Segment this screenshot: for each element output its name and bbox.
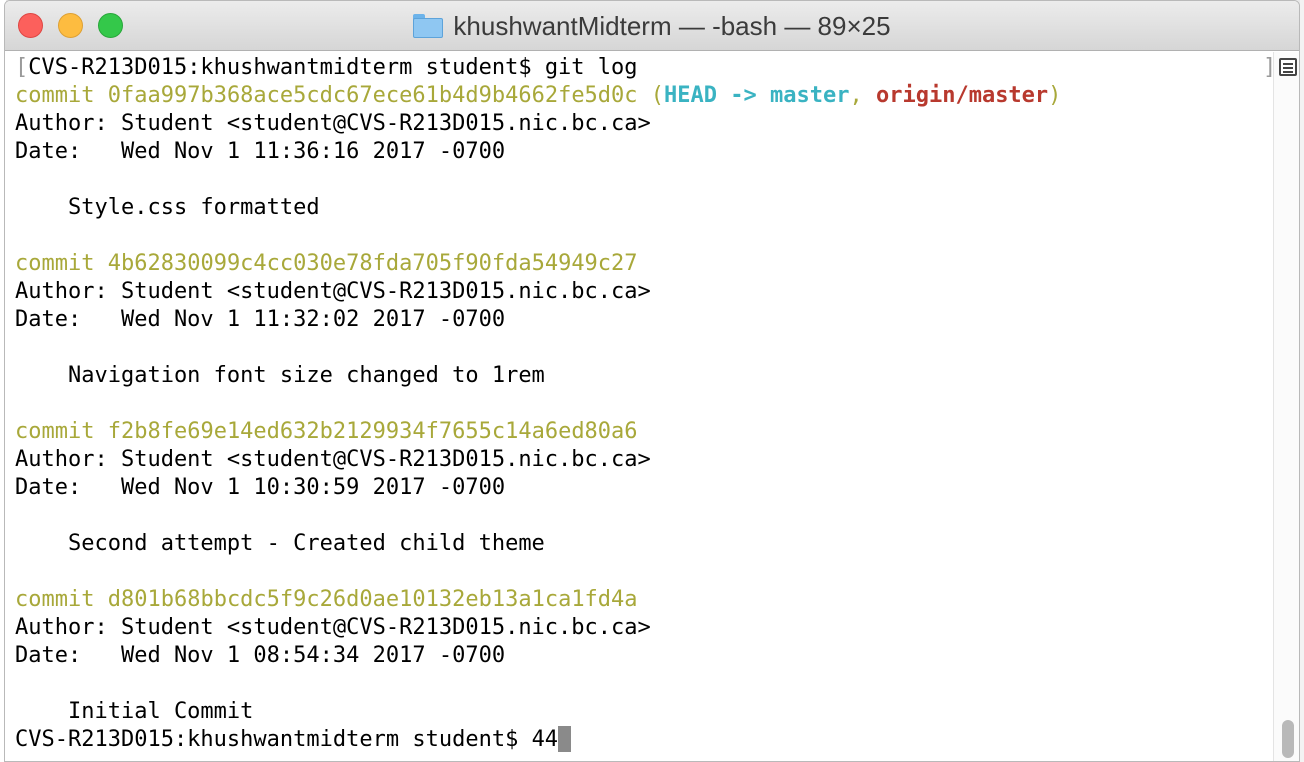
commit-hash: 4b62830099c4cc030e78fda705f90fda54949c27 xyxy=(107,251,638,276)
title-bar[interactable]: khushwantMidterm — -bash — 89×25 xyxy=(5,1,1299,51)
date-line: Date: Wed Nov 1 11:36:16 2017 -0700 xyxy=(15,139,506,164)
prompt-text: CVS-R213D015:khushwantmidterm student$ xyxy=(15,727,532,752)
head-ref: HEAD -> master xyxy=(664,83,850,108)
commit-message: Navigation font size changed to 1rem xyxy=(15,363,545,388)
commit-label: commit xyxy=(15,83,95,108)
refs-separator: , xyxy=(849,83,876,108)
terminal-window: khushwantMidterm — -bash — 89×25 [CVS-R2… xyxy=(4,0,1300,762)
commit-label: commit xyxy=(15,251,95,276)
commit-label: commit xyxy=(15,587,95,612)
folder-icon xyxy=(413,14,444,38)
origin-ref: origin/master xyxy=(875,83,1049,108)
date-line: Date: Wed Nov 1 08:54:34 2017 -0700 xyxy=(15,643,506,668)
line-marker-bracket: [ xyxy=(15,55,29,80)
command-text: git log xyxy=(544,55,638,80)
vertical-scrollbar[interactable] xyxy=(1273,52,1299,761)
date-line: Date: Wed Nov 1 11:32:02 2017 -0700 xyxy=(15,307,506,332)
terminal-output[interactable]: [ CVS-R213D015:khushwantmidterm student$ … xyxy=(5,52,1273,761)
prompt-text: CVS-R213D015:khushwantmidterm student$ xyxy=(28,55,545,80)
author-line: Author: Student <student@CVS-R213D015.ni… xyxy=(15,111,651,136)
author-line: Author: Student <student@CVS-R213D015.ni… xyxy=(15,615,651,640)
commit-hash: d801b68bbcdc5f9c26d0ae10132eb13a1ca1fd4a xyxy=(107,587,638,612)
scrollbar-thumb[interactable] xyxy=(1282,720,1294,758)
current-prompt-line[interactable]: CVS-R213D015:khushwantmidterm student$ 4… xyxy=(15,726,572,754)
commit-message: Second attempt - Created child theme xyxy=(15,531,545,556)
commit-hash: 0faa997b368ace5cdc67ece61b4d9b4662fe5d0c xyxy=(107,83,638,108)
author-line: Author: Student <student@CVS-R213D015.ni… xyxy=(15,447,651,472)
window-title: khushwantMidterm — -bash — 89×25 xyxy=(453,10,891,41)
window-title-group: khushwantMidterm — -bash — 89×25 xyxy=(5,10,1299,42)
refs-close: ) xyxy=(1048,83,1062,108)
text-cursor xyxy=(558,726,572,752)
commit-label: commit xyxy=(15,419,95,444)
typed-input: 44 xyxy=(531,727,559,752)
date-line: Date: Wed Nov 1 10:30:59 2017 -0700 xyxy=(15,475,506,500)
commit-line: commit d801b68bbcdc5f9c26d0ae10132eb13a1… xyxy=(15,586,638,614)
commit-line: commit f2b8fe69e14ed632b2129934f7655c14a… xyxy=(15,418,638,446)
marker-menu-icon[interactable] xyxy=(1279,58,1297,76)
commit-hash: f2b8fe69e14ed632b2129934f7655c14a6ed80a6 xyxy=(107,419,638,444)
commit-message: Initial Commit xyxy=(15,699,254,724)
commit-message: Style.css formatted xyxy=(15,195,320,220)
background-window-edge-right xyxy=(1300,0,1304,762)
commit-line: commit 4b62830099c4cc030e78fda705f90fda5… xyxy=(15,250,638,278)
author-line: Author: Student <student@CVS-R213D015.ni… xyxy=(15,279,651,304)
refs-open: ( xyxy=(650,83,665,108)
prompt-line: [CVS-R213D015:khushwantmidterm student$ … xyxy=(15,54,638,82)
commit-line: commit 0faa997b368ace5cdc67ece61b4d9b466… xyxy=(15,82,1061,110)
